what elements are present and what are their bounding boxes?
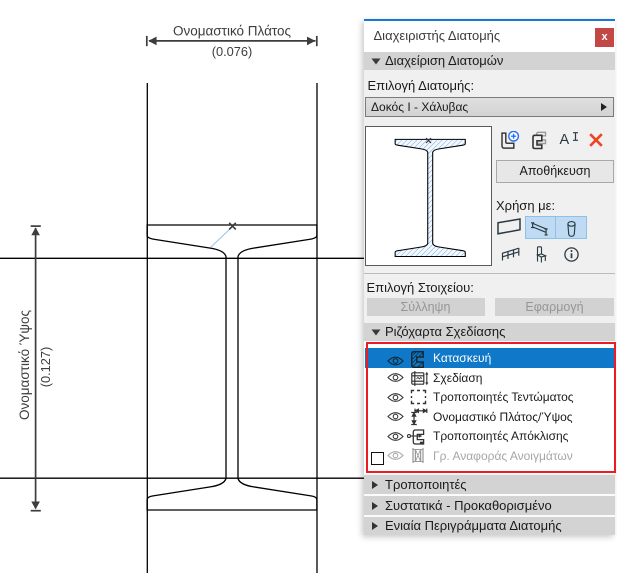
svg-text:Ονομαστικό Πλάτος: Ονομαστικό Πλάτος: [173, 24, 292, 39]
svg-text:(0.127): (0.127): [38, 347, 53, 388]
svg-text:(0.076): (0.076): [212, 44, 253, 59]
svg-text:Ονομαστικό Ύψος: Ονομαστικό Ύψος: [17, 309, 32, 420]
